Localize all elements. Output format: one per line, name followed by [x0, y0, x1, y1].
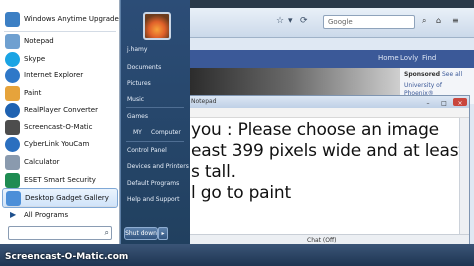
- notepad-line-2[interactable]: east 399 pixels wide and at least: [191, 141, 465, 161]
- sponsored-heading: Sponsored: [404, 71, 441, 78]
- chat-status[interactable]: Chat (Off): [307, 237, 336, 244]
- start-search-input[interactable]: ⌕: [8, 226, 112, 240]
- program-label: Notepad: [24, 37, 54, 45]
- program-label: RealPlayer Converter: [24, 106, 98, 114]
- star-icon[interactable]: ☆: [276, 16, 284, 26]
- program-desktop-gadget-gallery[interactable]: Desktop Gadget Gallery: [2, 188, 118, 208]
- gadget-gallery-icon: [6, 191, 21, 206]
- notepad-menubar: [187, 108, 469, 118]
- place-pictures[interactable]: Pictures: [127, 80, 151, 87]
- place-control-panel[interactable]: Control Panel: [127, 147, 167, 154]
- see-all-link[interactable]: See all: [442, 71, 462, 78]
- maximize-icon[interactable]: □: [437, 98, 451, 107]
- fb-find-link[interactable]: Find: [422, 54, 436, 62]
- internet-explorer-icon: [5, 68, 20, 83]
- program-internet-explorer[interactable]: Internet Explorer: [2, 66, 118, 86]
- all-programs-button[interactable]: ▶ All Programs: [2, 207, 118, 223]
- home-icon[interactable]: ⌂: [436, 16, 441, 25]
- program-label: Paint: [24, 89, 42, 97]
- browser-toolbar: ☆ ▾ ⟳ Google ⌕ ⌂ ≡: [160, 8, 474, 38]
- program-calculator[interactable]: Calculator: [2, 153, 118, 173]
- arrow-right-icon: ▶: [10, 210, 17, 219]
- place-devices-printers[interactable]: Devices and Printers: [127, 163, 189, 170]
- place-computer[interactable]: Computer: [151, 129, 181, 136]
- program-label: Screencast-O-Matic: [24, 123, 93, 131]
- divider: [126, 141, 184, 142]
- browser-search-input[interactable]: Google: [323, 15, 415, 29]
- notepad-titlebar: Notepad – □ ×: [187, 96, 469, 108]
- dropdown-icon[interactable]: ▾: [288, 16, 293, 26]
- start-menu-programs: Windows Anytime Upgrade Notepad Skype In…: [0, 0, 120, 244]
- program-label: Desktop Gadget Gallery: [25, 194, 109, 202]
- windows-upgrade-icon: [5, 12, 20, 27]
- place-music[interactable]: Music: [127, 96, 144, 103]
- realplayer-icon: [5, 103, 20, 118]
- paint-icon: [5, 86, 20, 101]
- program-label: Windows Anytime Upgrade: [24, 15, 119, 23]
- program-label: Skype: [24, 55, 46, 63]
- program-label: Calculator: [24, 158, 60, 166]
- minimize-icon[interactable]: –: [421, 98, 435, 107]
- facebook-bar: Home Lovly Find: [160, 50, 474, 68]
- program-label: Internet Explorer: [24, 71, 84, 79]
- shutdown-button[interactable]: Shut down: [124, 227, 158, 240]
- program-label: CyberLink YouCam: [24, 140, 90, 148]
- notepad-line-4[interactable]: l go to paint: [191, 183, 291, 203]
- divider: [126, 107, 184, 108]
- program-windows-anytime-upgrade[interactable]: Windows Anytime Upgrade: [2, 10, 119, 30]
- ad-title-line1[interactable]: University of: [404, 82, 442, 89]
- notepad-line-1[interactable]: you : Please choose an image: [191, 120, 439, 140]
- refresh-icon[interactable]: ⟳: [300, 16, 308, 26]
- screencast-watermark: Screencast-O-Matic.com: [5, 252, 129, 262]
- eset-icon: [5, 173, 20, 188]
- fb-home-link[interactable]: Home: [378, 54, 399, 62]
- search-icon: ⌕: [104, 228, 109, 237]
- calculator-icon: [5, 155, 20, 170]
- notepad-icon: [5, 34, 20, 49]
- place-user[interactable]: j.hamy: [127, 46, 147, 53]
- place-my[interactable]: MY: [133, 129, 142, 136]
- skype-icon: [5, 52, 20, 67]
- place-default-programs[interactable]: Default Programs: [127, 180, 179, 187]
- search-icon[interactable]: ⌕: [422, 16, 426, 26]
- place-documents[interactable]: Documents: [127, 64, 161, 71]
- search-placeholder: Google: [328, 18, 353, 26]
- screencast-icon: [5, 120, 20, 135]
- youcam-icon: [5, 137, 20, 152]
- shutdown-options-icon[interactable]: ▸: [158, 227, 168, 240]
- fb-user-link[interactable]: Lovly: [400, 54, 418, 62]
- notepad-title: Notepad: [191, 98, 217, 105]
- close-icon[interactable]: ×: [453, 98, 467, 107]
- notepad-line-3[interactable]: s tall.: [191, 162, 236, 182]
- place-games[interactable]: Games: [127, 113, 148, 120]
- menu-icon[interactable]: ≡: [452, 16, 459, 25]
- notepad-scrollbar[interactable]: [459, 118, 469, 234]
- program-notepad[interactable]: Notepad: [2, 32, 118, 52]
- user-avatar[interactable]: [143, 12, 171, 40]
- program-cyberlink-youcam[interactable]: CyberLink YouCam: [2, 135, 118, 155]
- program-label: ESET Smart Security: [24, 176, 96, 184]
- place-help-support[interactable]: Help and Support: [127, 196, 180, 203]
- all-programs-label: All Programs: [24, 211, 69, 219]
- notepad-window: Notepad – □ × you : Please choose an ima…: [186, 95, 470, 247]
